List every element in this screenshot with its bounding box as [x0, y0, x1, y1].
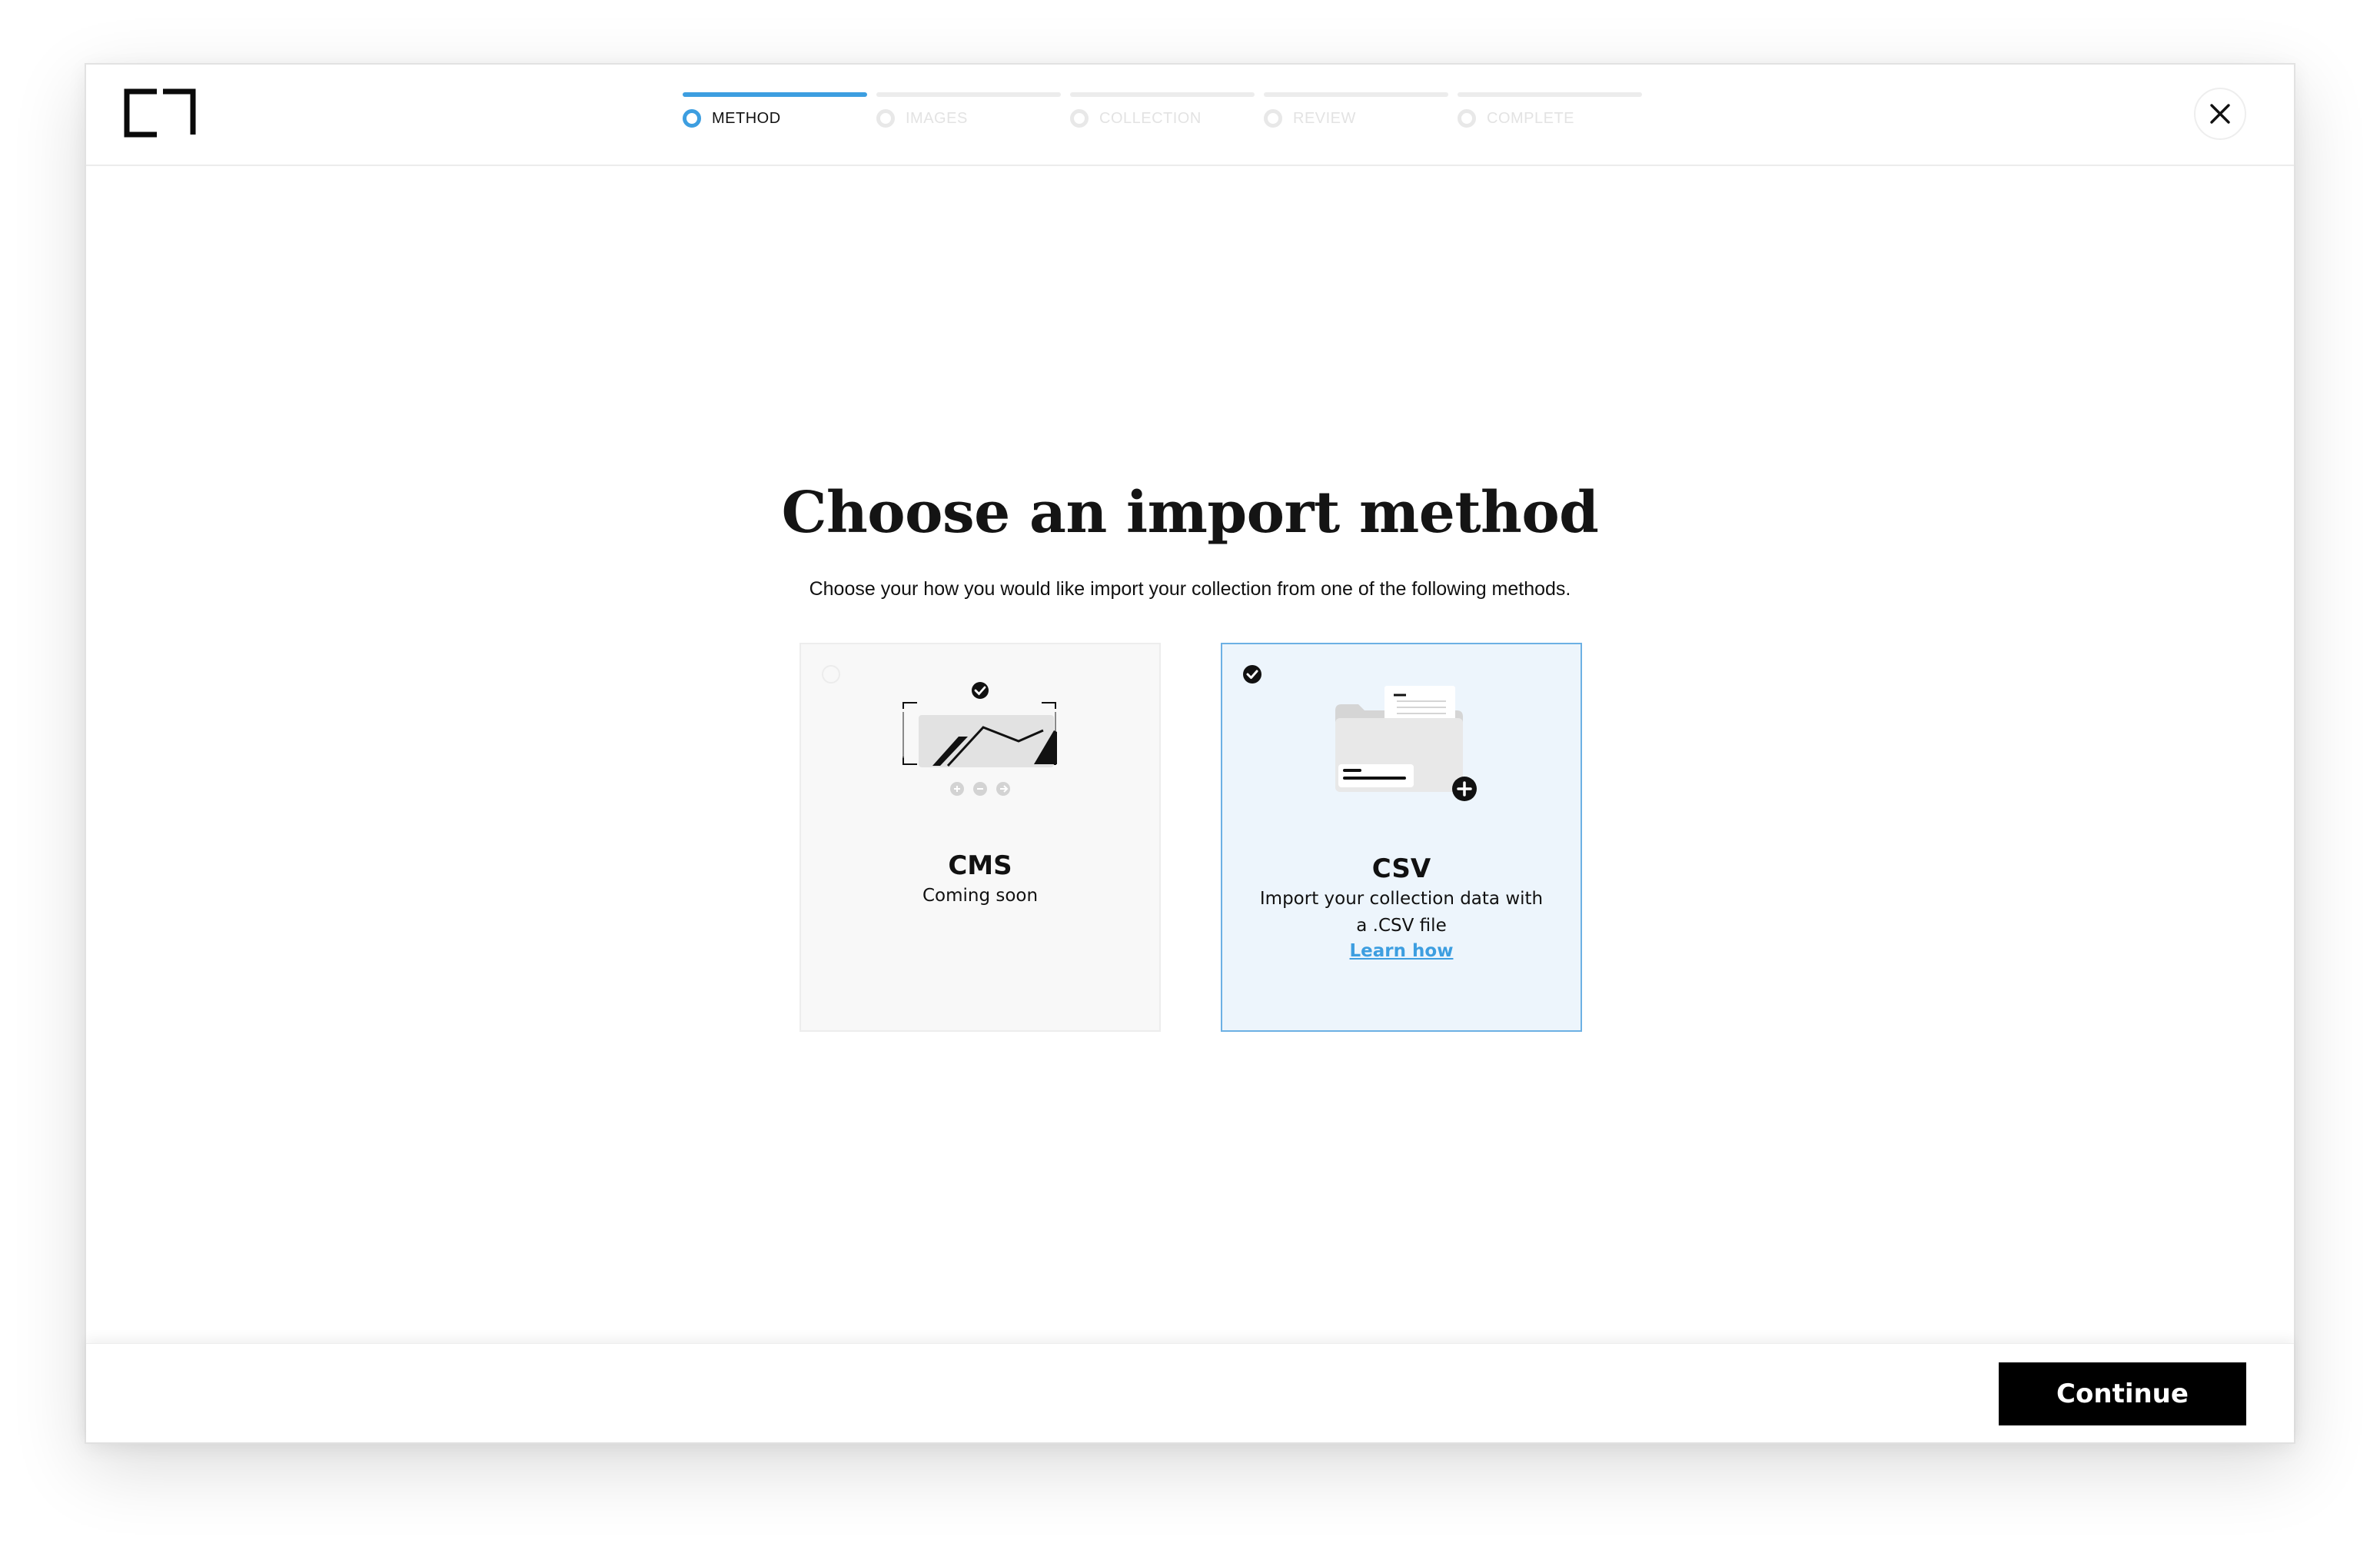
step-dot-icon: [1458, 109, 1476, 128]
step-complete: COMPLETE: [1458, 92, 1642, 128]
step-dot-icon: [1070, 109, 1089, 128]
step-dot-icon: [1264, 109, 1282, 128]
cms-option-card: CMS Coming soon: [799, 643, 1161, 1032]
csv-option-card[interactable]: CSV Import your collection data with a .…: [1221, 643, 1582, 1032]
step-bar: [876, 92, 1061, 97]
step-bar: [1070, 92, 1255, 97]
csv-folder-illustration-icon: [1335, 686, 1477, 801]
option-name: CMS: [948, 850, 1012, 881]
checkmark-selected-icon: [1243, 665, 1261, 684]
step-bar: [1264, 92, 1448, 97]
step-dot-icon: [876, 109, 895, 128]
step-review: REVIEW: [1264, 92, 1448, 128]
step-images: IMAGES: [876, 92, 1061, 128]
page-subtitle: Choose your how you would like import yo…: [809, 578, 1571, 600]
learn-how-link[interactable]: Learn how: [1222, 941, 1581, 961]
step-label: METHOD: [712, 109, 781, 127]
step-bar: [1458, 92, 1642, 97]
dialog-header: METHOD IMAGES COLLECTION REVIEW COMPLETE: [86, 65, 2294, 166]
option-description: Coming soon: [922, 886, 1039, 906]
step-label: COLLECTION: [1099, 109, 1202, 127]
close-button[interactable]: [2194, 88, 2246, 140]
cms-illustration-icon: [902, 682, 1057, 796]
bracket-logo-icon: [124, 88, 196, 138]
checkbox-unchecked-icon: [822, 665, 840, 684]
option-description: Import your collection data with a .CSV …: [1259, 889, 1544, 936]
import-dialog: METHOD IMAGES COLLECTION REVIEW COMPLETE…: [85, 63, 2295, 1444]
step-label: REVIEW: [1293, 109, 1356, 127]
step-label: IMAGES: [906, 109, 968, 127]
page-title: Choose an import method: [781, 480, 1599, 546]
option-name: CSV: [1371, 853, 1431, 884]
step-bar: [683, 92, 867, 97]
step-label: COMPLETE: [1487, 109, 1575, 127]
dialog-footer: Continue: [86, 1343, 2294, 1442]
step-method: METHOD: [683, 92, 867, 128]
step-dot-icon: [683, 109, 701, 128]
continue-button[interactable]: Continue: [1999, 1362, 2246, 1425]
step-collection: COLLECTION: [1070, 92, 1255, 128]
close-icon: [2210, 104, 2230, 124]
